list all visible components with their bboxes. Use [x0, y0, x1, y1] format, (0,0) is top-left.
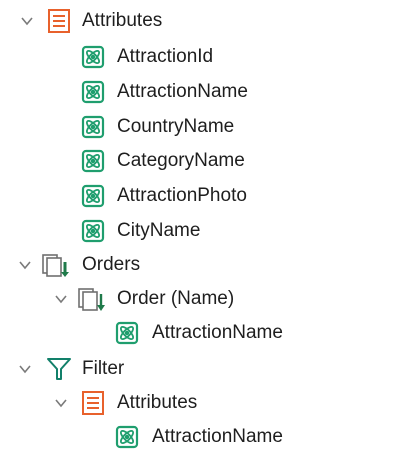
tree-node-label: CategoryName	[117, 150, 245, 171]
tree-node-label: Orders	[82, 254, 141, 275]
tree-node-category-name[interactable]: CategoryName	[0, 144, 416, 178]
attributes-icon	[48, 9, 70, 33]
chevron-down-icon[interactable]	[18, 258, 32, 272]
attribute-icon	[81, 219, 105, 243]
chevron-down-icon[interactable]	[54, 396, 68, 410]
tree-node-label: AttractionId	[117, 46, 214, 67]
tree-node-label: CountryName	[117, 116, 235, 137]
tree-node-order-name[interactable]: Order (Name)	[0, 282, 416, 316]
orders-icon	[42, 254, 69, 277]
tree-node-label: Attributes	[117, 392, 198, 413]
tree-node-order-attraction-name[interactable]: AttractionName	[0, 316, 416, 350]
attribute-icon	[81, 45, 105, 69]
tree-node-label: CityName	[117, 220, 201, 241]
chevron-down-icon[interactable]	[18, 362, 32, 376]
tree-node-filter-attributes[interactable]: Attributes	[0, 386, 416, 420]
tree-node-filter[interactable]: Filter	[0, 352, 416, 386]
tree-node-label: AttractionName	[152, 426, 283, 447]
filter-icon	[47, 358, 71, 380]
tree-node-label: AttractionName	[117, 81, 248, 102]
chevron-down-icon[interactable]	[20, 14, 34, 28]
tree-node-label: Filter	[82, 358, 125, 379]
tree-node-label: AttractionName	[152, 322, 283, 343]
attribute-icon	[115, 321, 139, 345]
tree-node-attraction-id[interactable]: AttractionId	[0, 40, 416, 74]
tree-node-attraction-photo[interactable]: AttractionPhoto	[0, 179, 416, 213]
tree-node-country-name[interactable]: CountryName	[0, 110, 416, 144]
order-icon	[78, 288, 105, 311]
tree-node-attraction-name[interactable]: AttractionName	[0, 75, 416, 109]
tree-node-attributes[interactable]: Attributes	[0, 4, 416, 38]
attribute-icon	[81, 149, 105, 173]
tree-node-label: Attributes	[82, 10, 163, 31]
tree-node-orders[interactable]: Orders	[0, 248, 416, 282]
tree-node-city-name[interactable]: CityName	[0, 214, 416, 248]
attribute-icon	[81, 184, 105, 208]
attribute-icon	[81, 115, 105, 139]
attribute-icon	[81, 80, 105, 104]
tree-node-label: AttractionPhoto	[117, 185, 247, 206]
tree-view: Attributes AttractionId AttractionName C…	[0, 0, 416, 456]
attribute-icon	[115, 425, 139, 449]
attributes-icon	[82, 391, 104, 415]
chevron-down-icon[interactable]	[54, 292, 68, 306]
tree-node-label: Order (Name)	[117, 288, 235, 309]
tree-node-filter-attraction-name[interactable]: AttractionName	[0, 420, 416, 454]
